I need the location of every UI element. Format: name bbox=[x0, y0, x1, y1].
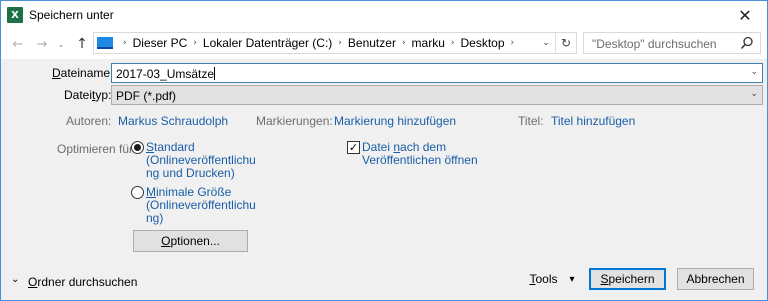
breadcrumb-item-desktop[interactable]: Desktop bbox=[461, 36, 505, 50]
navigation-bar: ← → ⌄ ↑ › Dieser PC › Lokaler Datenträge… bbox=[1, 29, 767, 59]
excel-app-icon: X bbox=[7, 7, 23, 23]
title-bar: X Speichern unter ✕ bbox=[1, 1, 767, 29]
authors-label: Autoren: bbox=[66, 114, 112, 128]
open-after-publish-checkbox[interactable]: ✓ bbox=[347, 141, 360, 154]
breadcrumb-item-local-disk[interactable]: Lokaler Datenträger (C:) bbox=[203, 36, 332, 50]
optimize-standard-radio[interactable] bbox=[131, 141, 144, 154]
optimize-standard-label[interactable]: Standard (Onlineveröffentlichu ng und Dr… bbox=[146, 141, 256, 180]
save-as-dialog: X Speichern unter ✕ ← → ⌄ ↑ › Dieser PC … bbox=[0, 0, 768, 301]
recent-locations-chevron-icon[interactable]: ⌄ bbox=[55, 35, 67, 53]
breadcrumb: › Dieser PC › Lokaler Datenträger (C:) ›… bbox=[117, 33, 520, 53]
tools-dropdown-icon: ▾ bbox=[569, 273, 575, 285]
address-bar[interactable]: › Dieser PC › Lokaler Datenträger (C:) ›… bbox=[93, 32, 577, 54]
back-arrow-icon[interactable]: ← bbox=[9, 35, 27, 53]
filename-field[interactable]: 2017-03_Umsätze ⌄ bbox=[111, 63, 763, 83]
this-pc-icon bbox=[97, 37, 113, 49]
filetype-value: PDF (*.pdf) bbox=[116, 89, 177, 103]
filename-dropdown-chevron-icon[interactable]: ⌄ bbox=[750, 67, 758, 77]
close-button[interactable]: ✕ bbox=[723, 1, 767, 29]
breadcrumb-item-dieser-pc[interactable]: Dieser PC bbox=[133, 36, 188, 50]
save-button[interactable]: Speichern bbox=[589, 268, 666, 290]
refresh-icon[interactable]: ↻ bbox=[555, 33, 576, 53]
chevron-down-icon[interactable]: ⌄ bbox=[11, 274, 19, 285]
breadcrumb-separator-icon[interactable]: › bbox=[338, 38, 342, 48]
breadcrumb-separator-icon[interactable]: › bbox=[511, 38, 515, 48]
search-icon[interactable] bbox=[740, 36, 754, 50]
filetype-select[interactable]: PDF (*.pdf) ⌄ bbox=[111, 85, 763, 105]
tools-menu-button[interactable]: Tools ▾ bbox=[521, 268, 583, 290]
filetype-label: Dateityp: bbox=[64, 88, 112, 102]
close-icon: ✕ bbox=[738, 5, 752, 25]
browse-folders-toggle[interactable]: Ordner durchsuchen bbox=[28, 275, 137, 289]
forward-arrow-icon[interactable]: → bbox=[33, 35, 51, 53]
breadcrumb-separator-icon[interactable]: › bbox=[193, 38, 197, 48]
filename-label: Dateiname: bbox=[52, 66, 114, 80]
optimize-minimal-label[interactable]: Minimale Größe (Onlineveröffentlichu ng) bbox=[146, 186, 256, 225]
breadcrumb-separator-icon[interactable]: › bbox=[451, 38, 455, 48]
title-label: Titel: bbox=[518, 114, 544, 128]
search-placeholder: "Desktop" durchsuchen bbox=[592, 37, 717, 51]
breadcrumb-item-marku[interactable]: marku bbox=[412, 36, 445, 50]
options-button[interactable]: Optionen... bbox=[133, 230, 248, 252]
cancel-button[interactable]: Abbrechen bbox=[677, 268, 754, 290]
checkmark-icon: ✓ bbox=[348, 141, 359, 154]
breadcrumb-separator-icon[interactable]: › bbox=[123, 38, 127, 48]
save-form: Dateiname: 2017-03_Umsätze ⌄ Dateityp: P… bbox=[1, 59, 767, 263]
filetype-chevron-icon: ⌄ bbox=[750, 89, 758, 99]
authors-field[interactable]: Markus Schraudolph bbox=[118, 114, 228, 128]
optimize-label: Optimieren für: bbox=[57, 142, 137, 156]
breadcrumb-item-benutzer[interactable]: Benutzer bbox=[348, 36, 396, 50]
dialog-footer: ⌄ Ordner durchsuchen Tools ▾ Speichern A… bbox=[1, 263, 767, 300]
title-field[interactable]: Titel hinzufügen bbox=[551, 114, 635, 128]
open-after-publish-label[interactable]: Datei nach dem Veröffentlichen öffnen bbox=[362, 141, 478, 167]
optimize-minimal-radio[interactable] bbox=[131, 186, 144, 199]
up-arrow-icon[interactable]: ↑ bbox=[73, 35, 91, 53]
breadcrumb-separator-icon[interactable]: › bbox=[402, 38, 406, 48]
filename-value: 2017-03_Umsätze bbox=[116, 67, 216, 81]
address-history-chevron-icon[interactable]: ⌄ bbox=[538, 33, 554, 53]
window-title: Speichern unter bbox=[29, 8, 114, 22]
tags-field[interactable]: Markierung hinzufügen bbox=[334, 114, 456, 128]
tags-label: Markierungen: bbox=[256, 114, 333, 128]
search-input[interactable]: "Desktop" durchsuchen bbox=[583, 32, 761, 54]
